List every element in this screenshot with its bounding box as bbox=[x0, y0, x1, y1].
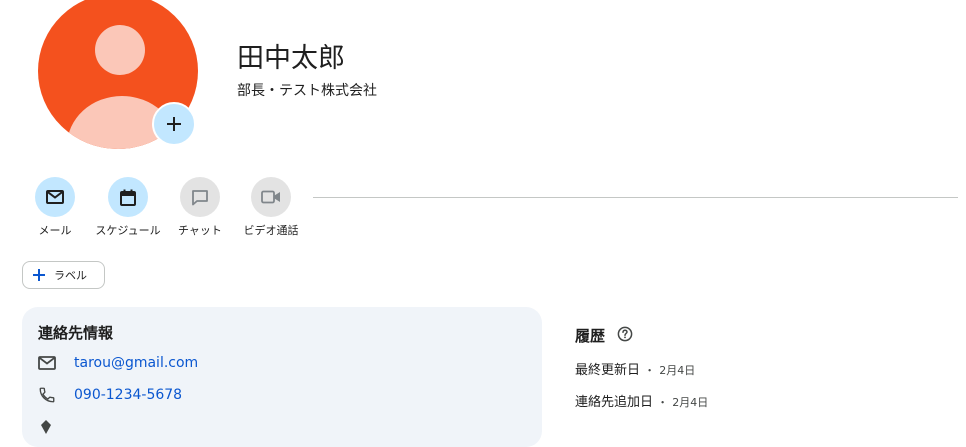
help-circle-icon[interactable] bbox=[617, 326, 633, 342]
schedule-action-label: スケジュール bbox=[95, 224, 161, 237]
mail-action-label: メール bbox=[38, 224, 72, 237]
phone-icon bbox=[38, 385, 60, 405]
contact-added-date: 2月4日 bbox=[672, 396, 709, 409]
history-title: 履歴 bbox=[575, 327, 606, 345]
mail-action-circle[interactable] bbox=[35, 177, 75, 217]
last-updated-date: 2月4日 bbox=[659, 364, 696, 377]
plus-icon bbox=[167, 117, 181, 131]
phone-link[interactable]: 090-1234-5678 bbox=[74, 387, 182, 403]
contact-name: 田中太郎 bbox=[237, 43, 345, 74]
video-call-action-label: ビデオ通話 bbox=[243, 224, 299, 237]
video-call-action-circle[interactable] bbox=[251, 177, 291, 217]
mail-action-button[interactable]: メール bbox=[17, 177, 93, 238]
add-photo-button[interactable] bbox=[152, 102, 196, 146]
videocam-icon bbox=[261, 190, 280, 204]
phone-row: 090-1234-5678 bbox=[38, 385, 182, 405]
mail-icon bbox=[38, 353, 60, 373]
add-label-button-text: ラベル bbox=[54, 269, 87, 282]
contact-added-row: 連絡先追加日 ・ 2月4日 bbox=[575, 391, 708, 410]
history-separator: ・ bbox=[657, 396, 669, 409]
video-call-action-button[interactable]: ビデオ通話 bbox=[233, 177, 309, 238]
chat-action-label: チャット bbox=[178, 224, 222, 237]
avatar-head bbox=[95, 25, 145, 75]
contact-subtitle: 部長・テスト株式会社 bbox=[237, 83, 377, 99]
next-row-partial bbox=[38, 417, 60, 437]
location-icon bbox=[38, 417, 60, 437]
contact-added-label: 連絡先追加日 bbox=[575, 395, 654, 410]
contact-info-card: 連絡先情報 tarou@gmail.com 090-1234-5678 bbox=[22, 307, 542, 447]
add-label-button[interactable]: ラベル bbox=[22, 261, 105, 289]
mail-icon bbox=[46, 190, 64, 204]
history-separator: ・ bbox=[644, 364, 656, 377]
plus-icon bbox=[33, 269, 45, 281]
last-updated-row: 最終更新日 ・ 2月4日 bbox=[575, 359, 695, 378]
calendar-icon bbox=[120, 189, 136, 206]
contact-info-title: 連絡先情報 bbox=[38, 324, 114, 342]
email-link[interactable]: tarou@gmail.com bbox=[74, 355, 198, 371]
email-row: tarou@gmail.com bbox=[38, 353, 198, 373]
chat-action-circle[interactable] bbox=[180, 177, 220, 217]
chat-icon bbox=[192, 189, 208, 205]
schedule-action-button[interactable]: スケジュール bbox=[90, 177, 166, 238]
last-updated-label: 最終更新日 bbox=[575, 363, 641, 378]
actions-divider bbox=[313, 197, 958, 198]
chat-action-button[interactable]: チャット bbox=[162, 177, 238, 238]
schedule-action-circle[interactable] bbox=[108, 177, 148, 217]
